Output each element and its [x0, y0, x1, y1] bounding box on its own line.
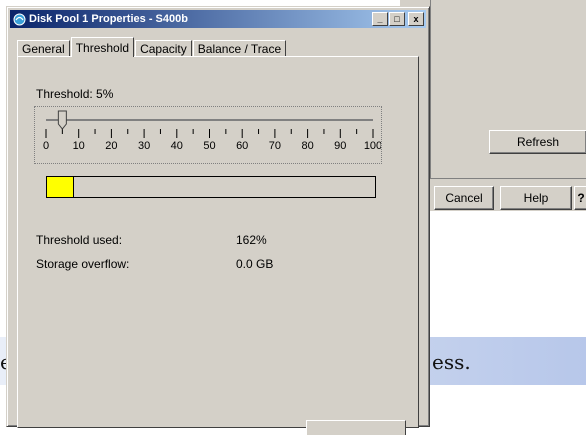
- disk-pool-properties-dialog: Disk Pool 1 Properties - S400b _ □ x Gen…: [6, 6, 430, 435]
- slider-tick-label: 70: [269, 140, 281, 152]
- threshold-slider-group: 0 10 20 30 40 50 60 70 80 90 100: [34, 106, 382, 164]
- slider-tick-label: 60: [236, 140, 248, 152]
- slider-tick-label: 30: [138, 140, 150, 152]
- threshold-slider[interactable]: 0 10 20 30 40 50 60 70 80 90 100: [35, 107, 381, 163]
- context-help-button[interactable]: ?: [574, 186, 586, 210]
- apply-button[interactable]: [306, 420, 406, 435]
- threshold-usage-bar: [46, 176, 376, 198]
- slider-tick-label: 40: [171, 140, 183, 152]
- storage-overflow-label: Storage overflow:: [36, 257, 130, 271]
- help-button[interactable]: Help: [500, 186, 572, 210]
- title-bar[interactable]: Disk Pool 1 Properties - S400b _ □ x: [10, 10, 426, 28]
- disk-pool-icon: [12, 12, 26, 26]
- tab-capacity[interactable]: Capacity: [135, 40, 192, 57]
- threshold-label: Threshold: 5%: [36, 87, 114, 101]
- threshold-used-label: Threshold used:: [36, 233, 123, 247]
- slider-thumb[interactable]: [57, 110, 67, 130]
- maximize-button[interactable]: □: [389, 12, 405, 26]
- threshold-panel: Threshold: 5% 0 10 20 30 40 50 60 70 80 90 100 Thr…: [17, 56, 419, 435]
- dialog-title: Disk Pool 1 Properties - S400b: [29, 13, 188, 25]
- document-text-fragment-right: ess.: [432, 350, 471, 374]
- slider-tick-label: 20: [105, 140, 117, 152]
- threshold-usage-fill: [47, 177, 75, 197]
- threshold-used-value: 162%: [236, 233, 267, 247]
- cancel-button[interactable]: Cancel: [434, 186, 494, 210]
- background-panel: Refresh: [430, 0, 586, 179]
- slider-tick-label: 100: [364, 140, 381, 152]
- close-button[interactable]: x: [408, 12, 424, 26]
- slider-tick-label: 10: [73, 140, 85, 152]
- tab-threshold[interactable]: Threshold: [70, 37, 135, 57]
- slider-tick-label: 90: [334, 140, 346, 152]
- tab-strip: General Threshold Capacity Balance / Tra…: [17, 37, 287, 57]
- slider-tick-label: 0: [43, 140, 49, 152]
- tab-general[interactable]: General: [17, 40, 70, 57]
- slider-tick-label: 50: [203, 140, 215, 152]
- minimize-button[interactable]: _: [372, 12, 388, 26]
- slider-tick-label: 80: [301, 140, 313, 152]
- storage-overflow-value: 0.0 GB: [236, 257, 274, 271]
- refresh-button[interactable]: Refresh: [489, 130, 586, 154]
- tab-balance-trace[interactable]: Balance / Trace: [192, 40, 287, 57]
- background-button-row: Cancel Help ?: [430, 186, 586, 210]
